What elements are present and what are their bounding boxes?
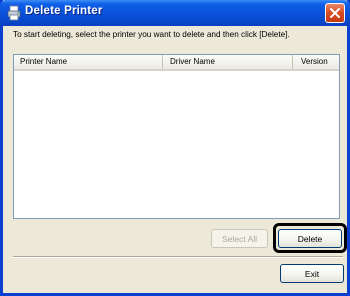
- title-bar[interactable]: Delete Printer: [0, 0, 350, 26]
- separator: [13, 256, 343, 258]
- instruction-text: To start deleting, select the printer yo…: [13, 30, 290, 39]
- select-all-button[interactable]: Select All: [211, 229, 268, 248]
- list-header: Printer Name Driver Name Version: [14, 55, 339, 71]
- printer-list[interactable]: Printer Name Driver Name Version: [13, 54, 340, 219]
- close-button[interactable]: [325, 3, 345, 23]
- close-icon: [330, 8, 340, 18]
- column-header-version[interactable]: Version: [292, 55, 339, 69]
- printer-icon: [7, 5, 21, 21]
- column-header-printer-name[interactable]: Printer Name: [14, 55, 162, 69]
- column-header-driver-name[interactable]: Driver Name: [162, 55, 292, 69]
- dialog-title: Delete Printer: [25, 5, 103, 17]
- exit-button[interactable]: Exit: [280, 264, 344, 283]
- delete-printer-dialog: Delete Printer To start deleting, select…: [0, 0, 350, 296]
- delete-button[interactable]: Delete: [278, 229, 342, 248]
